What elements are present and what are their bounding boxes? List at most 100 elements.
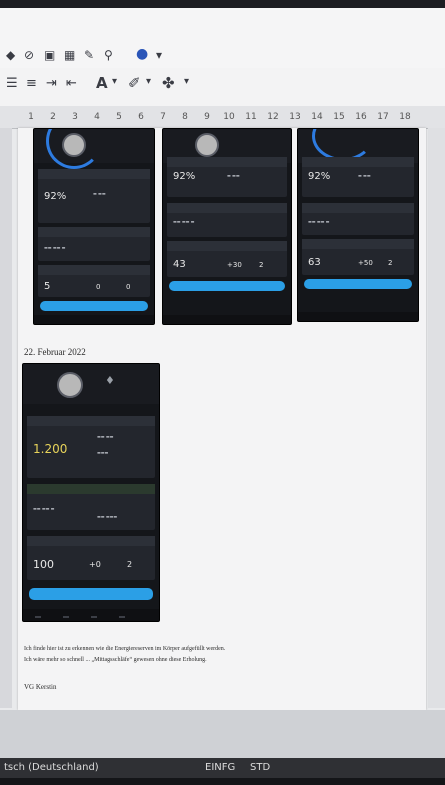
avatar bbox=[195, 133, 219, 157]
paragraph-line-1: Ich finde hier ist zu erkennen wie die E… bbox=[24, 646, 226, 652]
photo-edge-top bbox=[0, 0, 445, 8]
ruler-tick: 8 bbox=[182, 112, 188, 122]
phone-screenshot-1: 92% ▬ ▬▬ ▬▬ ▬▬ ▬ 5 0 0 bbox=[33, 128, 155, 325]
ruler-tick: 15 bbox=[333, 112, 345, 122]
indent-icon[interactable]: ⇥ bbox=[46, 76, 57, 91]
ruler-tick: 16 bbox=[355, 112, 367, 122]
stat-value: 0 bbox=[96, 283, 101, 291]
stat-value: 2 bbox=[388, 259, 393, 267]
phone-screenshot-3: 92% ▬ ▬▬ ▬▬ ▬▬ ▬ 63 +50 2 bbox=[297, 128, 419, 322]
phone-screenshot-2: 92% ▬ ▬▬ ▬▬ ▬▬ ▬ 43 +30 2 bbox=[162, 128, 292, 325]
status-bar: tsch (Deutschland) EINFG STD bbox=[0, 758, 445, 778]
stat-card: 1.200 ▬▬ ▬▬ ▬▬▬ bbox=[27, 416, 155, 478]
image-icon[interactable]: ▣ bbox=[44, 48, 55, 62]
phone-header bbox=[23, 364, 159, 404]
spellcheck-icon[interactable]: ✎ bbox=[84, 48, 94, 62]
stat-value: 63 bbox=[308, 257, 321, 268]
stat-card: ▬▬ ▬▬ ▬ bbox=[38, 227, 150, 261]
stat-card: 92% ▬ ▬▬ bbox=[167, 157, 287, 197]
numbered-list-icon[interactable]: ≡ bbox=[26, 76, 37, 91]
standard-toolbar: ◆ ⊘ ▣ ▦ ✎ ⚲ ● ▾ bbox=[0, 8, 445, 69]
phone-action-button bbox=[40, 301, 148, 311]
microphone-icon: ♦ bbox=[105, 374, 115, 387]
ruler-tick: 7 bbox=[160, 112, 166, 122]
ruler-ticks: 1 2 3 4 5 6 7 8 9 10 11 12 13 14 15 16 17 18 bbox=[20, 106, 416, 128]
below-page-area bbox=[0, 710, 445, 758]
phone-action-button bbox=[304, 279, 412, 289]
horizontal-ruler[interactable]: 1 2 3 4 5 6 7 8 9 10 11 12 13 14 15 16 17 18 bbox=[0, 106, 445, 129]
stat-card: ▬▬ ▬▬ ▬ bbox=[167, 203, 287, 237]
stat-value: 100 bbox=[33, 558, 54, 571]
stat-card: 5 0 0 bbox=[38, 265, 150, 297]
phone-navbar bbox=[23, 609, 159, 621]
stat-card: ▬▬ ▬▬ ▬ bbox=[302, 203, 414, 235]
highlight-icon[interactable]: ✐ bbox=[128, 74, 141, 92]
insert-mode-status[interactable]: EINFG bbox=[205, 758, 235, 778]
list-icon[interactable]: ☰ bbox=[6, 76, 18, 91]
ruler-tick: 4 bbox=[94, 112, 100, 122]
help-icon[interactable]: ● bbox=[136, 46, 148, 62]
ruler-tick: 12 bbox=[267, 112, 279, 122]
phone-navbar bbox=[34, 315, 154, 324]
vertical-scrollbar[interactable] bbox=[428, 128, 445, 708]
stat-value: +0 bbox=[89, 560, 101, 569]
stat-value: 92% bbox=[308, 171, 331, 182]
navigator-icon[interactable]: ⊘ bbox=[24, 48, 34, 62]
phone-navbar bbox=[298, 312, 418, 321]
font-color-icon[interactable]: A bbox=[96, 74, 108, 92]
photographed-writer-window: ◆ ⊘ ▣ ▦ ✎ ⚲ ● ▾ ☰ ≡ ⇥ ⇤ A ▾ ✐ ▾ ✤ ▾ 1234… bbox=[0, 0, 445, 785]
stat-value: 2 bbox=[259, 261, 264, 269]
date-heading: 22. Februar 2022 bbox=[24, 347, 86, 357]
ruler-tick: 2 bbox=[50, 112, 56, 122]
stat-card: 92% ▬ ▬▬ bbox=[302, 157, 414, 197]
ruler-tick: 11 bbox=[245, 112, 257, 122]
stat-value: 43 bbox=[173, 259, 186, 270]
ruler-tick: 14 bbox=[311, 112, 323, 122]
stat-value: +50 bbox=[358, 259, 373, 267]
signature: VG Kerstin bbox=[24, 683, 57, 691]
ruler-tick: 5 bbox=[116, 112, 122, 122]
ruler-tick: 17 bbox=[377, 112, 389, 122]
ruler-tick: 18 bbox=[399, 112, 411, 122]
more-icon[interactable]: ▾ bbox=[156, 48, 162, 62]
stat-card: 92% ▬ ▬▬ bbox=[38, 169, 150, 223]
stat-value: 5 bbox=[44, 281, 51, 292]
ruler-tick: 6 bbox=[138, 112, 144, 122]
selection-mode-status[interactable]: STD bbox=[250, 758, 270, 778]
ruler-tick: 3 bbox=[72, 112, 78, 122]
stat-value: 92% bbox=[173, 171, 196, 182]
more-icon[interactable]: ▾ bbox=[184, 76, 189, 87]
stat-card: 100 +0 2 bbox=[27, 536, 155, 580]
zoom-icon[interactable]: ⚲ bbox=[104, 48, 113, 62]
dropdown-icon[interactable]: ▾ bbox=[146, 76, 151, 87]
photo-edge-bottom bbox=[0, 778, 445, 785]
formatting-toolbar: ☰ ≡ ⇥ ⇤ A ▾ ✐ ▾ ✤ ▾ bbox=[0, 68, 445, 107]
stat-card: 43 +30 2 bbox=[167, 241, 287, 277]
stat-value: 1.200 bbox=[33, 442, 68, 456]
avatar bbox=[62, 133, 86, 157]
phone-action-button bbox=[29, 588, 153, 600]
language-status[interactable]: tsch (Deutschland) bbox=[4, 758, 99, 778]
ruler-tick: 1 bbox=[28, 112, 34, 122]
ruler-tick: 9 bbox=[204, 112, 210, 122]
find-icon[interactable]: ◆ bbox=[6, 48, 15, 62]
phone-screenshot-4: ♦ 1.200 ▬▬ ▬▬ ▬▬▬ ▬▬ ▬▬ ▬ ▬▬ ▬▬▬ 100 +0 … bbox=[22, 363, 160, 622]
phone-navbar bbox=[163, 315, 291, 324]
phone-action-button bbox=[169, 281, 285, 291]
stat-card: 63 +50 2 bbox=[302, 239, 414, 275]
avatar bbox=[57, 372, 83, 398]
table-icon[interactable]: ▦ bbox=[64, 48, 75, 62]
character-icon[interactable]: ✤ bbox=[162, 74, 175, 92]
stat-card: ▬▬ ▬▬ ▬ ▬▬ ▬▬▬ bbox=[27, 484, 155, 530]
stat-value: 0 bbox=[126, 283, 131, 291]
document-page[interactable]: 92% ▬ ▬▬ ▬▬ ▬▬ ▬ 5 0 0 92% ▬ ▬▬ ▬▬ ▬▬ ▬ … bbox=[18, 128, 426, 710]
ruler-tick: 13 bbox=[289, 112, 301, 122]
stat-value: 92% bbox=[44, 191, 67, 202]
paragraph-line-2: Ich wäre mehr so schnell ... „Mittagssch… bbox=[24, 657, 207, 663]
dropdown-icon[interactable]: ▾ bbox=[112, 76, 117, 87]
ruler-tick: 10 bbox=[223, 112, 235, 122]
outdent-icon[interactable]: ⇤ bbox=[66, 76, 77, 91]
stat-value: +30 bbox=[227, 261, 242, 269]
vertical-ruler bbox=[0, 128, 12, 708]
stat-value: 2 bbox=[127, 560, 133, 569]
